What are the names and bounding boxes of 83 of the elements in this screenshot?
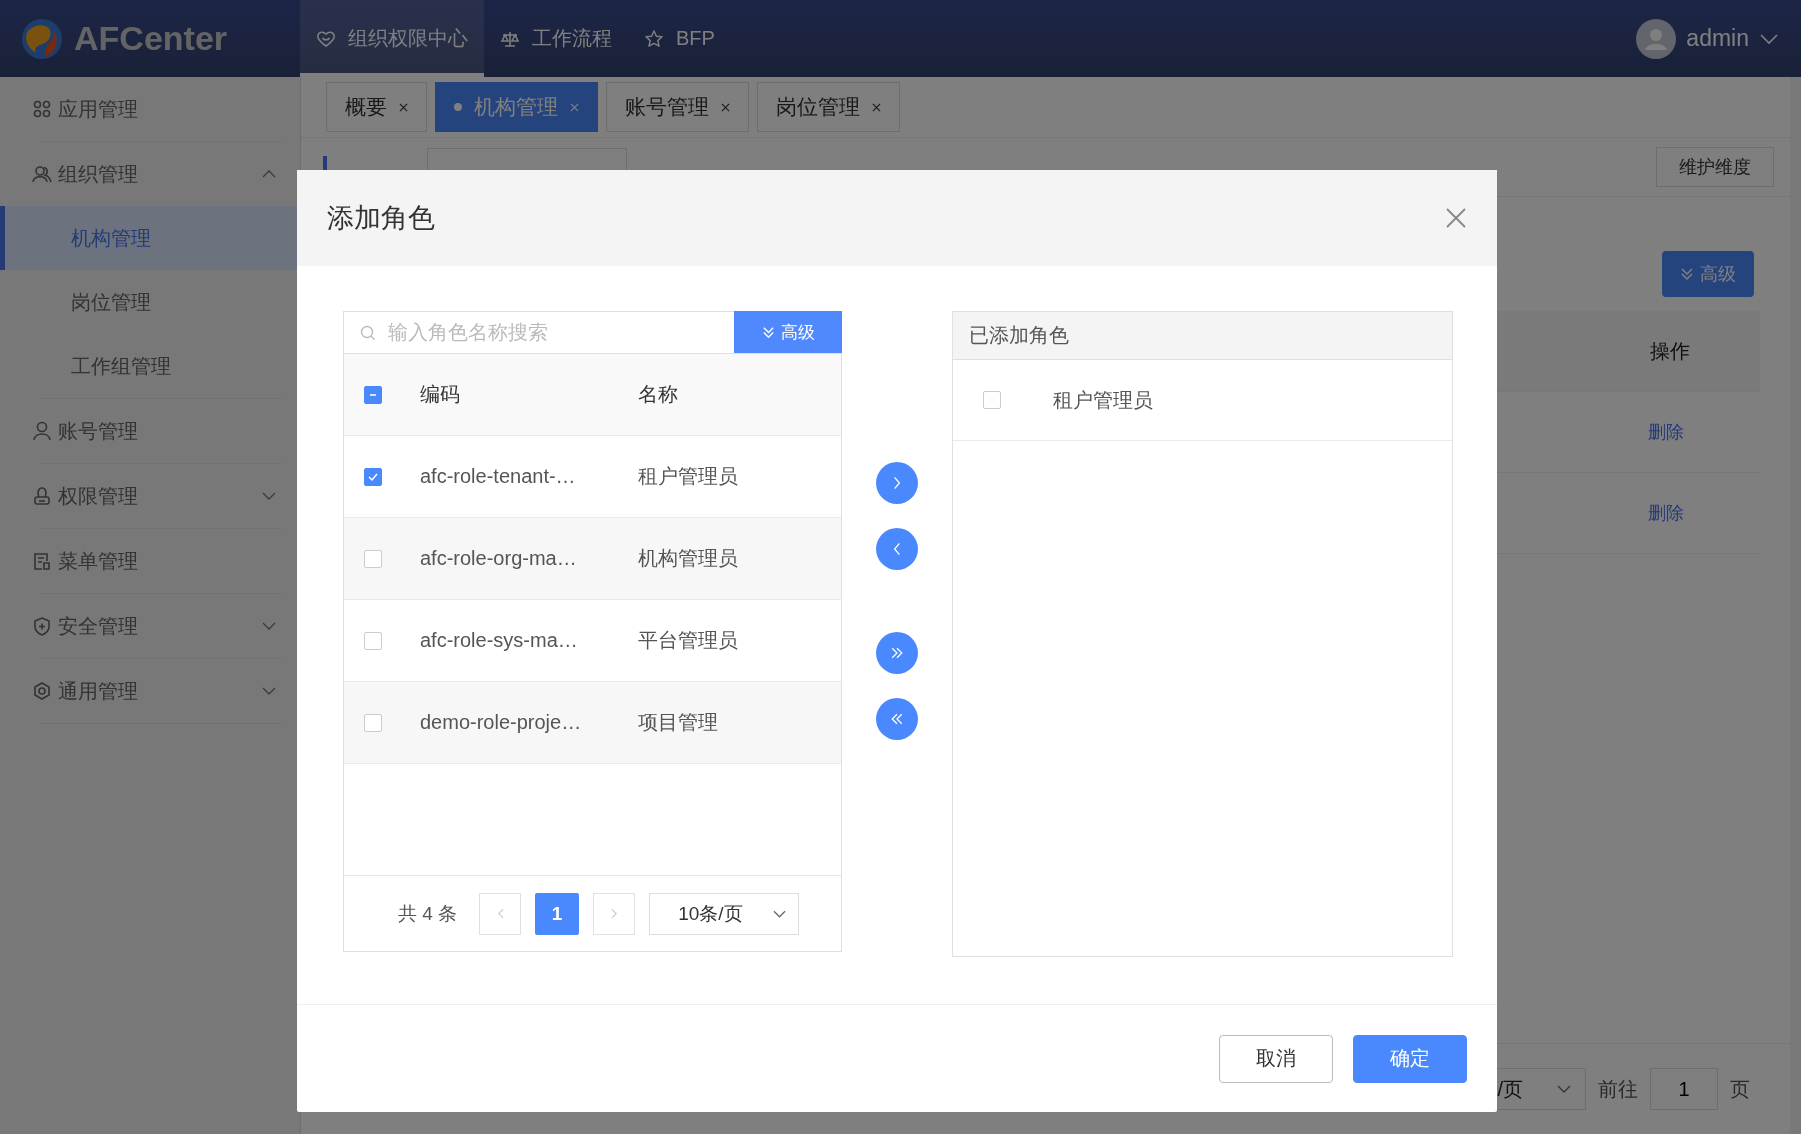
- table-cell-text: afc-role-org-ma…: [420, 547, 578, 570]
- stamp-icon: [32, 486, 52, 506]
- table-cell-text: 项目管理: [638, 710, 718, 735]
- double-chevron-right-icon: [889, 645, 905, 661]
- column-header: 编码: [420, 382, 461, 407]
- sidebar-item[interactable]: 组织管理: [32, 142, 282, 206]
- row-checkbox[interactable]: [364, 549, 382, 568]
- page-size-select[interactable]: 10条/页: [649, 892, 800, 935]
- confirm-button[interactable]: 确定: [1353, 1034, 1467, 1083]
- search-field[interactable]: 输入角色名称搜索: [386, 320, 734, 345]
- move-all-left-button[interactable]: [876, 698, 918, 740]
- sidebar-item[interactable]: 安全管理: [32, 594, 282, 658]
- move-all-right-button[interactable]: [876, 632, 918, 674]
- chevron-down-icon[interactable]: [1759, 32, 1779, 45]
- row-checkbox[interactable]: [364, 713, 382, 732]
- page-suffix: 页: [1730, 1076, 1750, 1102]
- nav-tab[interactable]: BFP: [628, 0, 731, 77]
- advanced-button[interactable]: 高级: [734, 311, 842, 353]
- page-number-button[interactable]: 1: [535, 892, 580, 935]
- table-cell-text: demo-role-proje…: [420, 711, 583, 734]
- star-icon: [644, 28, 664, 49]
- sidebar-item[interactable]: 应用管理: [32, 77, 282, 141]
- users-icon: [32, 164, 52, 184]
- move-left-button[interactable]: [876, 528, 918, 570]
- avatar-icon[interactable]: [1636, 18, 1677, 59]
- logo-icon: [20, 16, 64, 61]
- sidebar-item[interactable]: 权限管理: [32, 464, 282, 528]
- delete-link[interactable]: 删除: [1648, 501, 1690, 525]
- sidebar-item[interactable]: 账号管理: [32, 399, 282, 463]
- dialog-title: 添加角色: [327, 202, 435, 235]
- close-icon[interactable]: [399, 102, 408, 112]
- maintain-dimension-button[interactable]: 维护维度: [1656, 147, 1774, 187]
- heart-icon: [316, 28, 336, 49]
- double-chevron-down-icon: [761, 325, 775, 339]
- document-icon: [32, 551, 52, 571]
- hexagon-icon: [32, 681, 52, 701]
- page-tab[interactable]: 概要: [326, 82, 427, 132]
- active-dot-icon: [454, 103, 462, 111]
- table-cell-text: 平台管理员: [638, 628, 738, 653]
- double-chevron-down-icon: [1680, 267, 1694, 281]
- chevron-down-icon: [773, 909, 787, 918]
- search-icon: [360, 324, 376, 341]
- chevron-down-icon: [1557, 1085, 1571, 1093]
- role-name: 租户管理员: [1053, 387, 1153, 413]
- advanced-button[interactable]: 高级: [1662, 251, 1754, 297]
- move-right-button[interactable]: [876, 462, 918, 504]
- close-icon[interactable]: [1445, 207, 1467, 229]
- sidebar-subitem[interactable]: 工作组管理: [0, 334, 300, 398]
- sidebar-subitem[interactable]: 机构管理: [0, 206, 300, 270]
- column-header: 操作: [1650, 338, 1690, 364]
- nav-tab[interactable]: 工作流程: [484, 0, 628, 77]
- row-checkbox[interactable]: [983, 391, 1001, 409]
- table-cell-text: 租户管理员: [638, 464, 738, 489]
- apps-icon: [32, 99, 52, 119]
- page-tab[interactable]: 机构管理: [435, 82, 598, 132]
- table-cell-text: afc-role-sys-ma…: [420, 629, 579, 652]
- row-checkbox[interactable]: [364, 631, 382, 650]
- page-tab[interactable]: 账号管理: [606, 82, 749, 132]
- close-icon[interactable]: [872, 102, 881, 112]
- cancel-button[interactable]: 取消: [1219, 1034, 1333, 1083]
- table-cell-text: afc-role-tenant-…: [420, 465, 577, 488]
- sidebar-subitem[interactable]: 岗位管理: [0, 270, 300, 334]
- page-tab[interactable]: 岗位管理: [757, 82, 900, 132]
- select-all-checkbox[interactable]: [364, 385, 382, 404]
- total-count: 共 4 条: [398, 901, 458, 926]
- chevron-right-icon: [610, 908, 618, 919]
- double-chevron-left-icon: [889, 711, 905, 727]
- scrollbar[interactable]: [1790, 77, 1801, 1134]
- user-name[interactable]: admin: [1686, 25, 1749, 52]
- chevron-left-icon: [496, 908, 504, 919]
- shield-icon: [32, 616, 52, 636]
- column-header: 名称: [638, 382, 678, 407]
- table-cell-text: 机构管理员: [638, 546, 738, 571]
- close-icon[interactable]: [721, 102, 730, 112]
- sidebar-item[interactable]: 通用管理: [32, 659, 282, 723]
- sidebar-item[interactable]: 菜单管理: [32, 529, 282, 593]
- delete-link[interactable]: 删除: [1648, 420, 1690, 444]
- row-checkbox[interactable]: [364, 467, 382, 486]
- page-input[interactable]: 1: [1650, 1068, 1718, 1110]
- logo-text: AFCenter: [74, 19, 228, 58]
- goto-label: 前往: [1598, 1076, 1638, 1102]
- panel-title: 已添加角色: [953, 312, 1452, 360]
- user-icon: [32, 421, 52, 441]
